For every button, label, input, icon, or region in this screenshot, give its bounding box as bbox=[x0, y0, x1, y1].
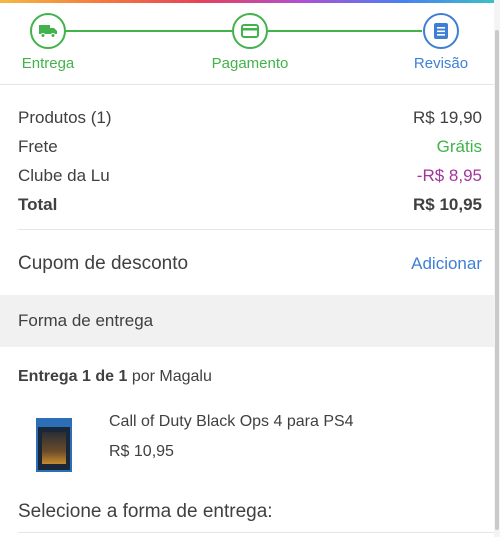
summary-row-products: Produtos (1) R$ 19,90 bbox=[18, 103, 482, 132]
checkout-stepper: Entrega Pagamento Revisão bbox=[0, 3, 500, 84]
divider bbox=[18, 229, 494, 230]
club-label: Clube da Lu bbox=[18, 165, 110, 185]
products-label: Produtos (1) bbox=[18, 107, 112, 127]
product-name: Call of Duty Black Ops 4 para PS4 bbox=[109, 413, 354, 430]
step-label: Revisão bbox=[413, 55, 469, 72]
step-entrega[interactable]: Entrega bbox=[18, 13, 78, 72]
summary-row-total: Total R$ 10,95 bbox=[18, 190, 482, 219]
document-icon bbox=[423, 13, 459, 49]
delivery-seller: por Magalu bbox=[127, 368, 212, 385]
ps4-band bbox=[38, 420, 70, 427]
section-title: Forma de entrega bbox=[18, 311, 154, 330]
step-revisao[interactable]: Revisão bbox=[410, 13, 472, 72]
club-discount-value: -R$ 8,95 bbox=[416, 165, 482, 185]
divider bbox=[18, 532, 494, 533]
cover-art bbox=[42, 432, 66, 464]
delivery-count: Entrega 1 de 1 bbox=[18, 368, 128, 385]
credit-card-icon bbox=[232, 13, 268, 49]
products-value: R$ 19,90 bbox=[413, 107, 482, 127]
scrollbar-thumb[interactable] bbox=[495, 30, 499, 530]
coupon-label: Cupom de desconto bbox=[18, 253, 189, 274]
summary-row-shipping: Frete Grátis bbox=[18, 132, 482, 161]
shipping-label: Frete bbox=[18, 136, 58, 156]
delivery-info: Entrega 1 de 1 por Magalu bbox=[18, 368, 212, 386]
delivery-section-header: Forma de entrega bbox=[0, 295, 494, 347]
step-label: Pagamento bbox=[211, 55, 289, 72]
shipping-value: Grátis bbox=[436, 136, 482, 156]
add-coupon-button[interactable]: Adicionar bbox=[411, 254, 482, 274]
game-cover-image bbox=[36, 418, 72, 472]
order-summary: Produtos (1) R$ 19,90 Frete Grátis Clube… bbox=[18, 103, 482, 219]
truck-icon bbox=[30, 13, 66, 49]
total-label: Total bbox=[18, 194, 58, 214]
product-price: R$ 10,95 bbox=[109, 443, 174, 460]
select-delivery-title: Selecione a forma de entrega: bbox=[18, 501, 273, 522]
product-item[interactable]: Call of Duty Black Ops 4 para PS4 R$ 10,… bbox=[18, 410, 482, 480]
step-label: Entrega bbox=[21, 55, 75, 72]
summary-row-club: Clube da Lu -R$ 8,95 bbox=[18, 161, 482, 190]
coupon-row: Cupom de desconto Adicionar bbox=[18, 250, 482, 278]
total-value: R$ 10,95 bbox=[413, 194, 482, 214]
step-pagamento[interactable]: Pagamento bbox=[206, 13, 294, 72]
divider bbox=[0, 84, 494, 85]
